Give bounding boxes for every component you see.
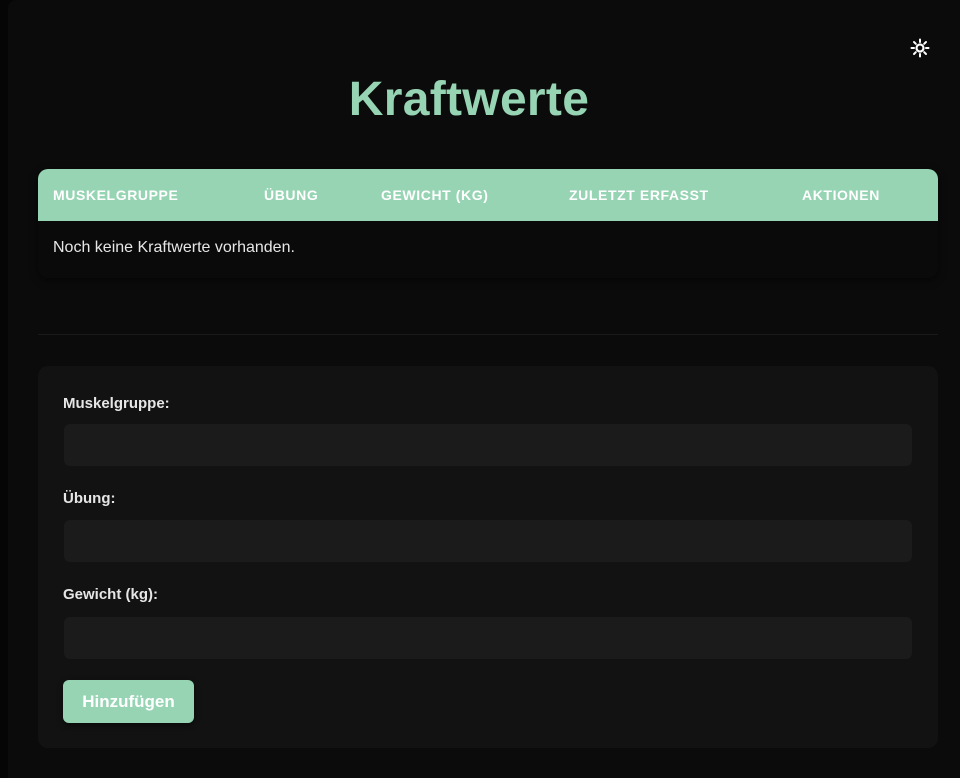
section-divider bbox=[38, 334, 938, 335]
add-strength-form: Muskelgruppe: Übung: Gewicht (kg): Hinzu… bbox=[38, 366, 938, 748]
add-button[interactable]: Hinzufügen bbox=[63, 680, 194, 723]
sun-icon bbox=[910, 38, 930, 58]
column-header-uebung: Übung bbox=[264, 187, 319, 203]
app-page: Kraftwerte Muskelgruppe Übung Gewicht (k… bbox=[8, 0, 960, 778]
theme-toggle-button[interactable] bbox=[908, 36, 932, 60]
column-header-gewicht: Gewicht (kg) bbox=[381, 187, 489, 203]
gewicht-input[interactable] bbox=[64, 617, 912, 659]
muskelgruppe-input[interactable] bbox=[64, 424, 912, 466]
empty-table-message: Noch keine Kraftwerte vorhanden. bbox=[53, 239, 295, 256]
uebung-input[interactable] bbox=[64, 520, 912, 562]
page-title: Kraftwerte bbox=[348, 73, 590, 126]
gewicht-label: Gewicht (kg): bbox=[63, 586, 159, 603]
column-header-aktionen: Aktionen bbox=[802, 187, 880, 203]
column-header-zuletzt-erfasst: Zuletzt erfasst bbox=[569, 187, 709, 203]
muskelgruppe-label: Muskelgruppe: bbox=[63, 395, 170, 412]
table-header-row: Muskelgruppe Übung Gewicht (kg) Zuletzt … bbox=[38, 169, 938, 221]
uebung-label: Übung: bbox=[63, 490, 116, 507]
column-header-muskelgruppe: Muskelgruppe bbox=[53, 187, 179, 203]
strength-table: Muskelgruppe Übung Gewicht (kg) Zuletzt … bbox=[38, 169, 938, 278]
